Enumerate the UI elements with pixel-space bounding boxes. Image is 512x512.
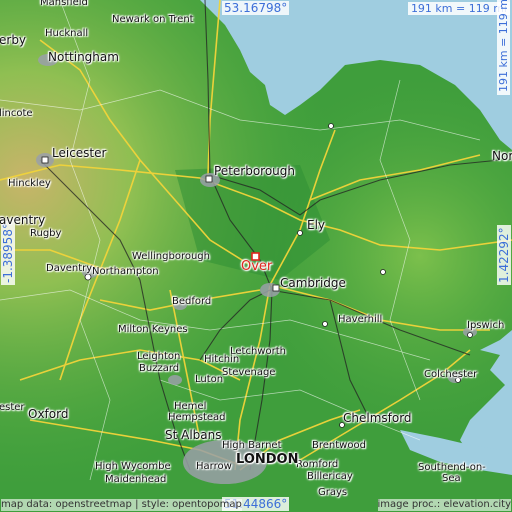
map-credits: map data: openstreetmap | style: opentop… bbox=[1, 499, 242, 511]
place-mansfield: Mansfield bbox=[40, 0, 88, 8]
place-ipswich: Ipswich bbox=[467, 320, 505, 331]
place-harrow: Harrow bbox=[196, 461, 232, 472]
place-northampton: Northampton bbox=[92, 266, 159, 277]
place-oxford: Oxford bbox=[28, 407, 69, 421]
place-cambridge: Cambridge bbox=[280, 276, 346, 290]
place-newark: Newark on Trent bbox=[112, 14, 194, 25]
place-hitchin: Hitchin bbox=[204, 354, 240, 365]
place-peterborough: Peterborough bbox=[214, 164, 296, 178]
place-london: LONDON bbox=[236, 452, 299, 467]
place-lincote: lincote bbox=[0, 108, 33, 119]
longitude-left-label: -1.38958° bbox=[1, 221, 15, 285]
place-chelmsford: Chelmsford bbox=[343, 411, 412, 425]
place-high-wycombe: High Wycombe bbox=[95, 461, 171, 472]
place-haverhill: Haverhill bbox=[338, 314, 383, 325]
place-romford: Romford bbox=[296, 459, 339, 470]
place-buzzard: Buzzard bbox=[139, 363, 180, 374]
image-credits: image proc.: elevation.city bbox=[377, 499, 511, 511]
place-ester: ester bbox=[0, 402, 25, 413]
place-milton-keynes: Milton Keynes bbox=[118, 324, 188, 335]
place-aventry: aventry bbox=[0, 213, 46, 227]
place-nor: Nor bbox=[492, 149, 512, 163]
place-high-barnet: High Barnet bbox=[222, 440, 282, 451]
place-colchester: Colchester bbox=[424, 369, 478, 380]
place-brentwood: Brentwood bbox=[312, 440, 366, 451]
place-stevenage: Stevenage bbox=[222, 367, 276, 378]
scale-vertical: 191 km = 119 mi bbox=[497, 0, 510, 95]
place-leighton: Leighton bbox=[137, 351, 181, 362]
place-luton: Luton bbox=[195, 374, 224, 385]
place-ely: Ely bbox=[307, 218, 326, 232]
place-sea: Sea bbox=[442, 473, 461, 484]
place-wellingborough: Wellingborough bbox=[132, 251, 210, 262]
place-hucknall: Hucknall bbox=[45, 28, 89, 39]
place-daventry: Daventry bbox=[46, 263, 93, 274]
place-billericay: Billericay bbox=[307, 471, 353, 482]
place-bedford: Bedford bbox=[172, 296, 212, 307]
latitude-top-label: 53.16798° bbox=[222, 1, 290, 15]
place-nottingham: Nottingham bbox=[48, 50, 119, 64]
map-terrain bbox=[0, 0, 512, 512]
place-grays: Grays bbox=[318, 487, 348, 498]
place-maidenhead: Maidenhead bbox=[105, 474, 167, 485]
scale-horizontal: 191 km = 119 mi bbox=[407, 2, 510, 15]
place-st-albans: St Albans bbox=[165, 428, 222, 442]
topographic-map[interactable]: 53.16798° 51.44866° -1.38958° 1.42292° 1… bbox=[0, 0, 512, 512]
place-hinckley: Hinckley bbox=[8, 178, 51, 189]
place-derby: erby bbox=[0, 33, 27, 47]
place-leicester: Leicester bbox=[52, 146, 107, 160]
place-over-label[interactable]: Over bbox=[241, 260, 272, 274]
place-hempstead: Hempstead bbox=[168, 412, 226, 423]
place-rugby: Rugby bbox=[30, 228, 62, 239]
longitude-right-label: 1.42292° bbox=[497, 225, 511, 285]
